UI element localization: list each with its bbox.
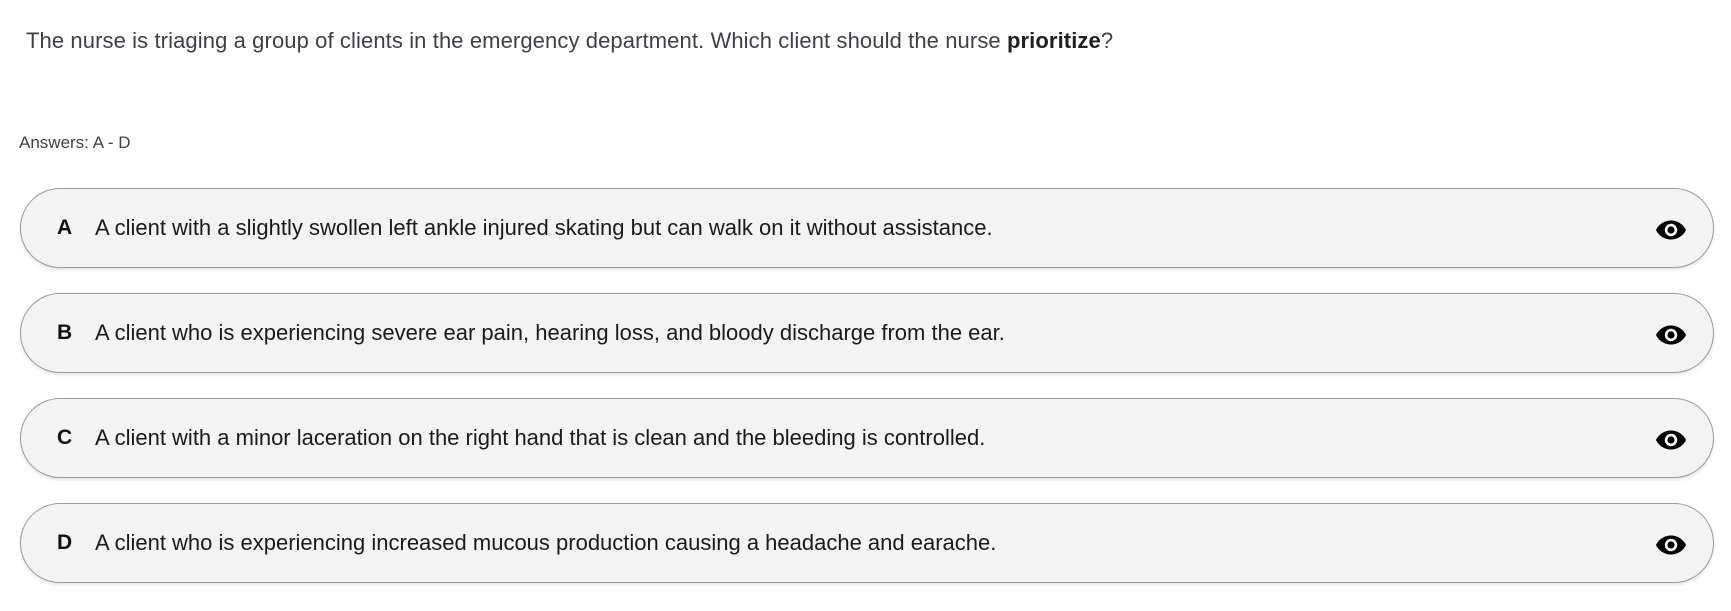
- answer-option-d[interactable]: D A client who is experiencing increased…: [20, 503, 1714, 583]
- option-text: A client who is experiencing severe ear …: [95, 320, 1005, 345]
- eye-icon[interactable]: [1654, 528, 1688, 562]
- question-emphasis: prioritize: [1006, 28, 1101, 53]
- option-letter: C: [57, 426, 73, 449]
- quiz-page: The nurse is triaging a group of clients…: [0, 0, 1731, 611]
- answer-option-b[interactable]: B A client who is experiencing severe ea…: [20, 293, 1714, 373]
- eye-icon[interactable]: [1654, 318, 1688, 352]
- answer-option-c[interactable]: C A client with a minor laceration on th…: [20, 398, 1714, 478]
- question-text: The nurse is triaging a group of clients…: [26, 28, 1113, 54]
- answer-options-list: A A client with a slightly swollen left …: [20, 188, 1714, 608]
- option-letter: D: [57, 531, 73, 554]
- option-text: A client with a minor laceration on the …: [95, 425, 986, 450]
- question-text-after: ?: [1100, 28, 1114, 53]
- question-text-before: The nurse is triaging a group of clients…: [26, 28, 1007, 53]
- option-text: A client with a slightly swollen left an…: [95, 215, 993, 240]
- option-letter: A: [57, 216, 73, 239]
- option-text: A client who is experiencing increased m…: [95, 530, 997, 555]
- answer-option-a[interactable]: A A client with a slightly swollen left …: [20, 188, 1714, 268]
- eye-icon[interactable]: [1654, 213, 1688, 247]
- option-letter: B: [57, 321, 73, 344]
- answers-label: Answers: A - D: [19, 133, 131, 152]
- eye-icon[interactable]: [1654, 423, 1688, 457]
